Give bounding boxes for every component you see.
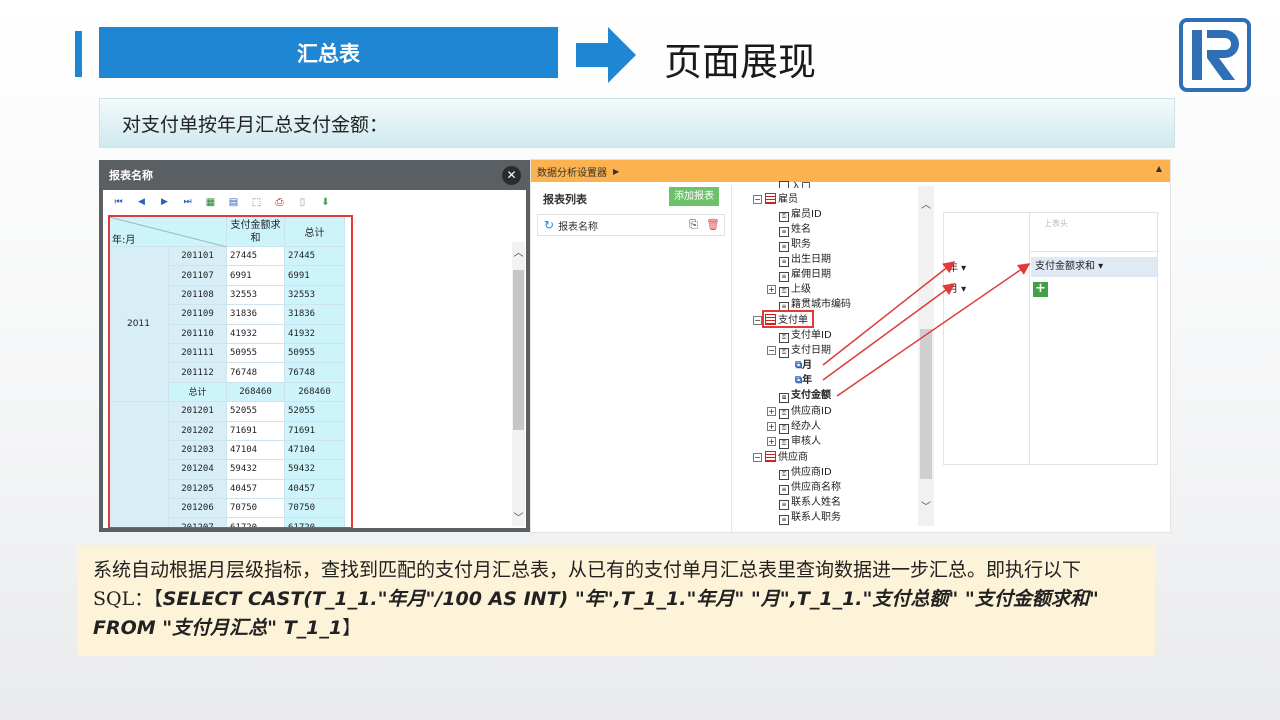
table-highlight-box	[108, 215, 353, 528]
note-sql: SELECT CAST(T_1_1."年月"/100 AS INT) "年",T…	[93, 588, 1099, 639]
scrollbar-thumb[interactable]	[513, 270, 524, 430]
prev-page-icon[interactable]: ◀	[132, 194, 151, 210]
word-export-icon[interactable]: ▤	[224, 194, 243, 210]
note-close: 】	[342, 617, 362, 639]
right-arrow-icon	[576, 27, 636, 83]
section-title: 汇总表	[297, 41, 360, 66]
last-page-icon[interactable]: ⏭	[178, 194, 197, 210]
report-panel-body: ⏮ ◀ ▶ ⏭ ▦ ▤ ⬚ ⎙ ▯ ⬇ 年:月 支付金额求和 总计 2011 2…	[103, 190, 526, 528]
print-icon[interactable]: ⎙	[270, 194, 289, 210]
scroll-down-icon[interactable]: ﹀	[512, 509, 525, 524]
next-page-icon[interactable]: ▶	[155, 194, 174, 210]
arrow-year-to-month	[822, 283, 956, 381]
text-export-icon[interactable]: ▯	[293, 194, 312, 210]
excel-export-icon[interactable]: ▦	[201, 194, 220, 210]
accent-bar	[75, 31, 82, 77]
brand-logo-icon	[1179, 18, 1251, 92]
arrow-amount-to-value	[836, 263, 1031, 397]
subtitle-text: 对支付单按年月汇总支付金额：	[122, 113, 389, 136]
table-scrollbar[interactable]: ︿ ﹀	[512, 242, 525, 526]
pdf-export-icon[interactable]: ⬚	[247, 194, 266, 210]
page-title: 页面展现	[664, 40, 817, 84]
subtitle-banner: 对支付单按年月汇总支付金额：	[99, 98, 1175, 148]
section-title-box: 汇总表	[99, 27, 558, 78]
scroll-up-icon[interactable]: ︿	[512, 244, 525, 259]
first-page-icon[interactable]: ⏮	[109, 194, 128, 210]
close-button[interactable]: ✕	[502, 166, 521, 185]
explanation-note: 系统自动根据月层级指标，查找到匹配的支付月汇总表，从已有的支付单月汇总表里查询数…	[77, 546, 1155, 656]
arrow-month-to-year	[822, 261, 956, 366]
report-toolbar: ⏮ ◀ ▶ ⏭ ▦ ▤ ⬚ ⎙ ▯ ⬇	[103, 190, 526, 214]
report-panel: 报表名称 ✕ ⏮ ◀ ▶ ⏭ ▦ ▤ ⬚ ⎙ ▯ ⬇ 年:月 支付金额求和 总计	[99, 160, 530, 532]
mapping-arrows	[822, 261, 1031, 397]
report-panel-title: 报表名称	[109, 169, 153, 182]
download-icon[interactable]: ⬇	[316, 194, 335, 210]
analysis-panel: 数据分析设置器 ▶ ▲ 报表列表 添加报表 ↻ 报表名称 ⎘ 🗑 入口 − 雇员 ⚿…	[530, 159, 1171, 533]
